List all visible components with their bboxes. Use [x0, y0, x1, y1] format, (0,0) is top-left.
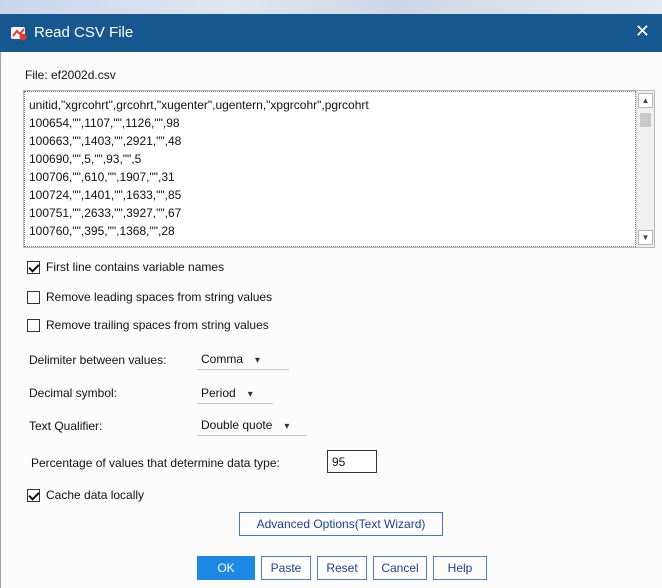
- chevron-down-icon: ▾: [247, 389, 253, 400]
- preview-line: 100663,"",1403,"",2921,"",48: [29, 134, 182, 148]
- ok-button[interactable]: OK: [197, 556, 255, 580]
- percentage-label: Percentage of values that determine data…: [31, 456, 280, 470]
- window-title: Read CSV File: [34, 24, 134, 41]
- preview-line: 100760,"",395,"",1368,"",28: [29, 224, 175, 238]
- delimiter-label: Delimiter between values:: [29, 353, 167, 367]
- title-bar: Read CSV File ✕: [0, 14, 662, 52]
- preview-line: 100706,"",610,"",1907,"",31: [29, 170, 175, 184]
- qualifier-value: Double quote: [201, 418, 273, 432]
- remove-leading-label: Remove leading spaces from string values: [46, 290, 273, 304]
- scroll-up-icon[interactable]: ▲: [638, 93, 653, 108]
- preview-line: unitid,"xgrcohrt",grcohrt,"xugenter",uge…: [29, 98, 369, 112]
- cache-data-label: Cache data locally: [46, 488, 145, 502]
- paste-button[interactable]: Paste: [261, 556, 311, 580]
- decimal-value: Period: [201, 386, 236, 400]
- preview-line: 100690,"",5,"",93,"",5: [29, 152, 142, 166]
- advanced-options-button[interactable]: Advanced Options(Text Wizard): [239, 512, 443, 536]
- percentage-input[interactable]: [327, 450, 377, 473]
- decimal-label: Decimal symbol:: [29, 386, 118, 400]
- scroll-thumb[interactable]: [640, 113, 651, 127]
- scroll-down-icon[interactable]: ▼: [638, 230, 653, 245]
- checkbox-unchecked-icon[interactable]: [27, 290, 40, 304]
- preview-line: 100724,"",1401,"",1633,"",85: [29, 188, 182, 202]
- first-line-names-checkbox[interactable]: First line contains variable names: [27, 260, 224, 274]
- preview-line: 100654,"",1107,"",1126,"",98: [29, 116, 180, 130]
- qualifier-select[interactable]: Double quote ▾: [197, 414, 307, 436]
- remove-trailing-checkbox[interactable]: Remove trailing spaces from string value…: [27, 318, 269, 332]
- cache-data-checkbox[interactable]: Cache data locally: [27, 488, 144, 502]
- chevron-down-icon: ▾: [284, 421, 290, 432]
- checkbox-checked-icon[interactable]: [27, 488, 40, 502]
- close-icon[interactable]: ✕: [635, 21, 650, 42]
- remove-leading-checkbox[interactable]: Remove leading spaces from string values: [27, 290, 272, 304]
- chevron-down-icon: ▾: [255, 355, 261, 366]
- qualifier-label: Text Qualifier:: [29, 419, 103, 433]
- delimiter-value: Comma: [201, 352, 244, 366]
- preview-line: 100751,"",2633,"",3927,"",67: [29, 206, 182, 220]
- help-button[interactable]: Help: [433, 556, 487, 580]
- delimiter-select[interactable]: Comma ▾: [197, 348, 289, 370]
- preview-scrollbar[interactable]: ▲ ▼: [636, 91, 654, 247]
- file-label: File: ef2002d.csv: [25, 68, 116, 82]
- decimal-select[interactable]: Period ▾: [197, 382, 273, 404]
- spss-icon: [11, 27, 27, 41]
- file-preview[interactable]: unitid,"xgrcohrt",grcohrt,"xugenter",uge…: [23, 90, 655, 248]
- checkbox-checked-icon[interactable]: [27, 260, 40, 274]
- remove-trailing-label: Remove trailing spaces from string value…: [46, 318, 269, 332]
- cancel-button[interactable]: Cancel: [373, 556, 427, 580]
- checkbox-unchecked-icon[interactable]: [27, 318, 40, 332]
- preview-content: unitid,"xgrcohrt",grcohrt,"xugenter",uge…: [24, 91, 636, 247]
- first-line-names-label: First line contains variable names: [46, 260, 225, 274]
- read-csv-dialog: File: ef2002d.csv unitid,"xgrcohrt",grco…: [0, 52, 662, 588]
- reset-button[interactable]: Reset: [317, 556, 367, 580]
